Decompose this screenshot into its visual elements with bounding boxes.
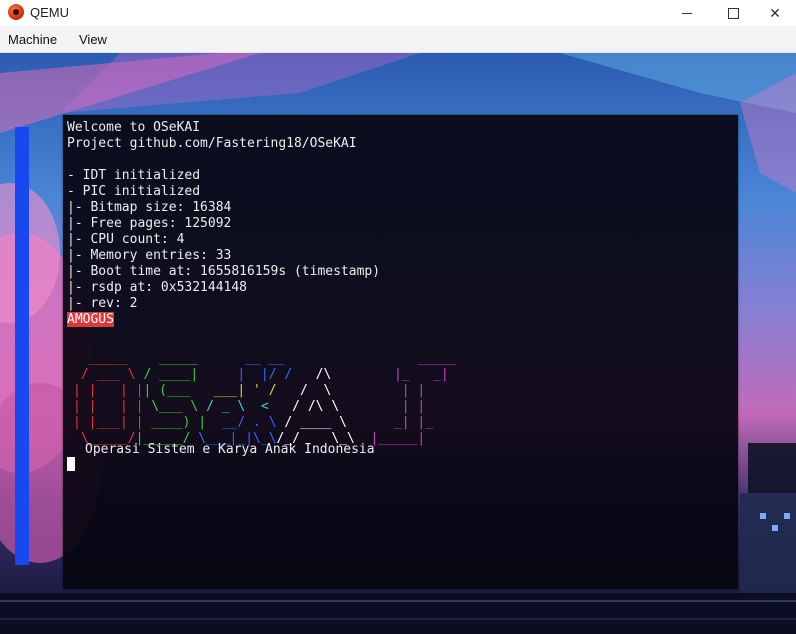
ascii-logo-segment: _____: [73, 351, 144, 366]
boot-log-line: |- CPU count: 4: [67, 232, 185, 247]
ascii-logo-segment: \___ \: [143, 399, 207, 414]
ascii-logo-segment: | | | |: [73, 399, 144, 414]
qemu-icon: [8, 4, 24, 20]
ascii-logo-segment: / ___ \: [73, 367, 144, 382]
ascii-logo-segment: [347, 399, 386, 414]
display-accent-bar: [15, 127, 29, 565]
ascii-logo-segment: / \: [284, 383, 347, 398]
ascii-logo-segment: | |/ /: [213, 367, 293, 382]
minimize-icon: [682, 12, 692, 14]
boot-log-line: Welcome to OSeKAI: [67, 120, 201, 135]
menu-bar: Machine View: [0, 26, 796, 53]
ascii-logo-segment: | |: [386, 399, 426, 414]
boot-log-line: |- rsdp at: 0x532144148: [67, 280, 248, 295]
boot-log-line: |- Free pages: 125092: [67, 216, 232, 231]
menu-machine[interactable]: Machine: [8, 32, 57, 47]
boot-log-line: - IDT initialized: [67, 168, 201, 183]
boot-log-line: [67, 152, 380, 168]
ascii-logo-segment: ____) |: [143, 415, 207, 430]
minimize-button[interactable]: [664, 0, 710, 26]
osekai-ascii-logo: _____ _____ __ __ _____ / ___ \ / ____| …: [73, 351, 457, 447]
ascii-logo-segment: [347, 367, 386, 382]
boot-log-line: |- Memory entries: 33: [67, 248, 232, 263]
terminal-console[interactable]: Welcome to OSeKAI Project github.com/Fast…: [63, 115, 738, 589]
boot-log-line: |- Bitmap size: 16384: [67, 200, 232, 215]
highlighted-message: AMOGUS: [67, 312, 114, 327]
ascii-logo-segment: | |___| |: [73, 415, 144, 430]
close-button[interactable]: ✕: [754, 0, 796, 26]
boot-log: Welcome to OSeKAI Project github.com/Fast…: [67, 120, 380, 328]
ascii-logo-segment: [347, 351, 402, 366]
boot-log-line: Project github.com/Fastering18/OSeKAI: [67, 136, 357, 151]
ascii-logo-segment: / /\ \: [284, 399, 347, 414]
ascii-logo-segment: _____: [401, 351, 457, 366]
close-icon: ✕: [769, 4, 781, 21]
maximize-button[interactable]: [710, 0, 756, 26]
ascii-logo-segment: __ __: [213, 351, 285, 366]
ascii-logo-segment: | | | |: [73, 383, 144, 398]
ascii-logo-segment: | (___: [143, 383, 214, 398]
ascii-logo-segment: /\: [292, 367, 347, 382]
ascii-logo-segment: / _ \ <: [206, 399, 285, 414]
maximize-icon: [727, 7, 739, 19]
vm-display[interactable]: Welcome to OSeKAI Project github.com/Fast…: [0, 53, 796, 634]
ascii-logo-segment: |_____|: [370, 431, 426, 446]
window-title: QEMU: [30, 5, 69, 20]
text-cursor: [67, 457, 75, 471]
ascii-logo-segment: [355, 415, 386, 430]
ascii-logo-segment: _____: [143, 351, 214, 366]
ascii-logo-segment: ___| ' /: [213, 383, 285, 398]
ascii-logo-segment: / ____|: [143, 367, 214, 382]
osekai-tagline: Operasi Sistem e Karya Anak Indonesia: [85, 442, 375, 457]
menu-view[interactable]: View: [79, 32, 107, 47]
qemu-window: QEMU ✕ Machine View Welcome to OSeKAI Pr…: [0, 0, 796, 634]
boot-log-line: - PIC initialized: [67, 184, 201, 199]
ascii-logo-segment: | |: [386, 383, 426, 398]
boot-log-line: |- Boot time at: 1655816159s (timestamp): [67, 264, 381, 279]
ascii-logo-segment: [347, 383, 386, 398]
ascii-logo-segment: __/ . \: [206, 415, 285, 430]
ascii-logo-segment: _| |_: [386, 415, 434, 430]
ascii-logo-segment: [284, 351, 347, 366]
ascii-logo-segment: / ____ \: [284, 415, 355, 430]
ascii-logo-segment: |_ _|: [386, 367, 449, 382]
title-bar[interactable]: QEMU ✕: [0, 0, 796, 26]
boot-log-line: |- rev: 2: [67, 296, 138, 311]
